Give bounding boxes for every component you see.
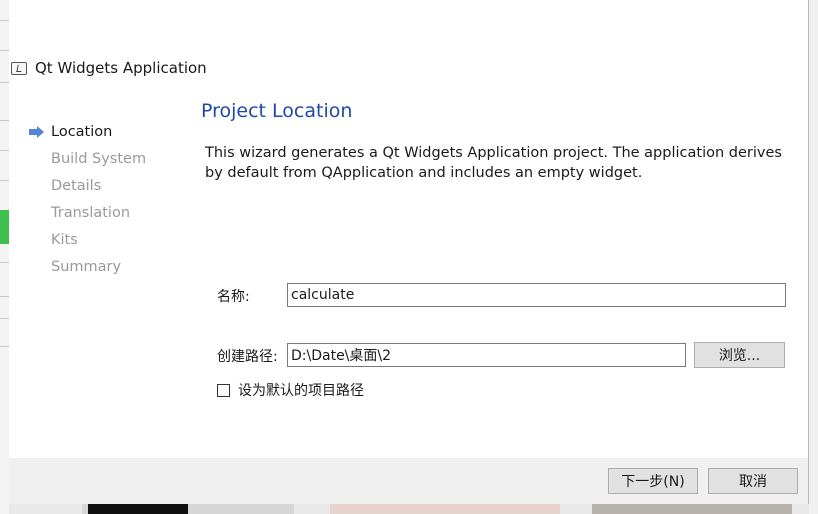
qt-widget-app-icon [11, 61, 27, 75]
dialog-button-bar: 下一步(N) 取消 [9, 458, 808, 504]
step-location: Location [29, 118, 146, 145]
background-thumbnail [88, 504, 188, 514]
project-name-input[interactable] [287, 283, 786, 307]
step-label: Build System [51, 150, 147, 167]
path-label: 创建路径: [217, 349, 278, 365]
default-path-label: 设为默认的项目路径 [238, 383, 364, 399]
step-label: Kits [51, 231, 78, 248]
background-divider [0, 20, 9, 21]
current-step-arrow-icon [29, 125, 45, 138]
background-divider [0, 346, 9, 347]
cancel-button[interactable]: 取消 [708, 468, 798, 494]
step-kits: Kits [29, 226, 146, 253]
project-path-input[interactable] [287, 343, 686, 367]
step-label: Translation [51, 204, 131, 221]
dialog-title-row: Qt Widgets Application [9, 57, 207, 79]
background-divider [0, 296, 9, 297]
background-window-edge-left [0, 0, 9, 514]
background-thumbnail [592, 504, 792, 514]
dialog-title: Qt Widgets Application [35, 59, 207, 77]
background-thumbnail [330, 504, 560, 514]
page-title: Project Location [201, 100, 353, 122]
default-path-checkbox[interactable] [217, 383, 230, 397]
step-summary: Summary [29, 253, 146, 280]
background-divider [0, 150, 9, 151]
background-divider [0, 262, 9, 263]
page-description: This wizard generates a Qt Widgets Appli… [205, 145, 782, 181]
next-button[interactable]: 下一步(N) [608, 468, 698, 494]
background-divider [0, 82, 9, 83]
step-details: Details [29, 172, 146, 199]
step-label: Summary [51, 258, 122, 275]
step-label: Details [51, 177, 102, 194]
step-label: Location [51, 123, 113, 140]
name-label: 名称: [217, 289, 250, 305]
background-divider [0, 50, 9, 51]
browse-button[interactable]: 浏览... [694, 342, 785, 368]
step-build-system: Build System [29, 145, 146, 172]
background-window-edge-right [809, 0, 818, 514]
background-green-indicator [0, 210, 9, 244]
background-divider [0, 318, 9, 319]
background-divider [0, 180, 9, 181]
wizard-steps: Location Build System Details Translatio… [29, 118, 146, 280]
new-project-wizard-dialog: Qt Widgets Application Location Build Sy… [9, 0, 809, 504]
step-translation: Translation [29, 199, 146, 226]
default-path-option: 设为默认的项目路径 [217, 380, 364, 400]
background-divider [0, 120, 9, 121]
